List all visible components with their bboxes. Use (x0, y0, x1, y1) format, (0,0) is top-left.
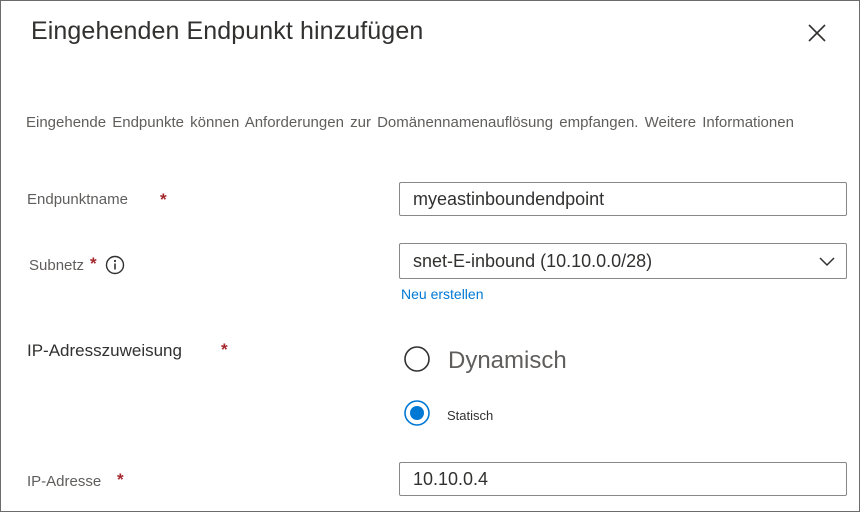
ip-assignment-required-marker: * (221, 340, 228, 359)
radio-static-label[interactable]: Statisch (447, 408, 493, 423)
radio-static[interactable] (404, 400, 430, 426)
subnet-required-marker: * (90, 254, 97, 273)
subnet-selected-value: snet-E-inbound (10.10.0.0/28) (413, 250, 653, 271)
panel-title: Eingehenden Endpunkt hinzufügen (31, 17, 424, 45)
ip-address-field[interactable] (399, 462, 847, 496)
ip-address-label: IP-Adresse (27, 473, 102, 490)
subnet-label: Subnetz (29, 257, 85, 274)
panel-description: Eingehende Endpunkte können Anforderunge… (26, 114, 794, 131)
ip-assignment-label: IP-Adresszuweisung (27, 341, 182, 360)
endpoint-name-required-marker: * (160, 190, 167, 209)
add-inbound-endpoint-panel: Eingehenden Endpunkt hinzufügen Eingehen… (0, 0, 860, 512)
radio-dynamic[interactable] (404, 346, 430, 372)
endpoint-name-field[interactable] (399, 182, 847, 216)
endpoint-name-input[interactable] (413, 188, 846, 210)
info-icon[interactable] (105, 255, 125, 275)
ip-address-input[interactable] (413, 468, 846, 490)
endpoint-name-label: Endpunktname (27, 191, 128, 208)
chevron-down-icon (819, 257, 835, 267)
close-button[interactable] (801, 17, 833, 49)
subnet-dropdown[interactable]: snet-E-inbound (10.10.0.0/28) (399, 243, 847, 279)
create-new-subnet-link[interactable]: Neu erstellen (401, 286, 484, 302)
radio-dynamic-label[interactable]: Dynamisch (448, 347, 567, 375)
ip-address-required-marker: * (117, 470, 124, 489)
close-icon (808, 24, 826, 42)
